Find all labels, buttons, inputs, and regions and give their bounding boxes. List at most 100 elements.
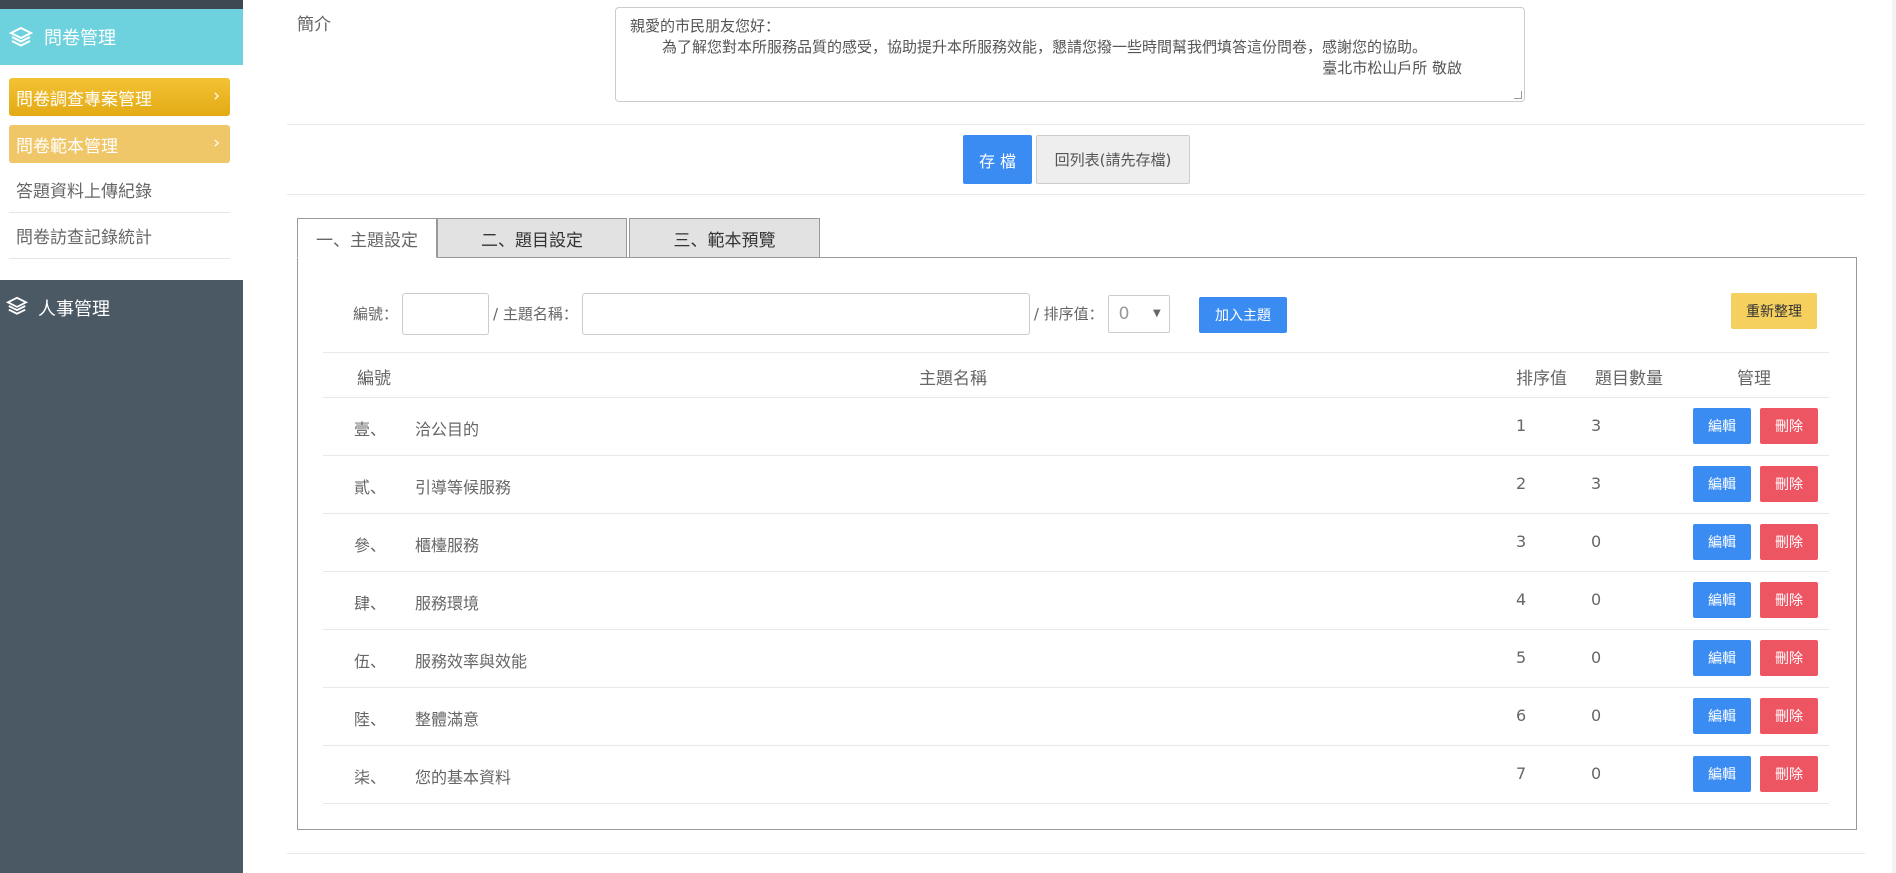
add-topic-form: 編號： / 主題名稱： / 排序值： 0 ▼: [353, 292, 1170, 335]
sidebar: 問卷管理 問卷調查專案管理 › 問卷範本管理 › 答題資料上傳紀錄 問卷訪查記錄…: [0, 0, 243, 873]
delete-button[interactable]: 刪除: [1760, 640, 1818, 676]
cell-name: 引導等候服務: [415, 478, 512, 497]
header-name: 主題名稱: [919, 369, 987, 389]
edit-button[interactable]: 編輯: [1693, 756, 1751, 792]
cell-code: 伍、: [354, 652, 387, 671]
cell-order: 3: [1516, 532, 1527, 551]
edit-button[interactable]: 編輯: [1693, 524, 1751, 560]
edit-button[interactable]: 編輯: [1693, 582, 1751, 618]
cell-order: 4: [1516, 590, 1527, 609]
table-row: 壹、 洽公目的 1 3 編輯 刪除: [323, 398, 1829, 456]
delete-button[interactable]: 刪除: [1760, 466, 1818, 502]
divider: [287, 194, 1865, 195]
cell-name: 服務環境: [415, 594, 480, 613]
chevron-right-icon: ›: [213, 86, 220, 106]
order-select[interactable]: 0 ▼: [1107, 294, 1170, 333]
intro-label: 簡介: [297, 15, 331, 35]
cell-code: 肆、: [354, 594, 387, 613]
layers-icon: [8, 24, 34, 50]
table-header: 編號 主題名稱 排序值 題目數量 管理: [323, 352, 1829, 398]
cell-code: 柒、: [354, 768, 387, 787]
tab-bar: 一、主題設定 二、題目設定 三、範本預覽: [297, 218, 820, 258]
sidebar-link-label: 問卷訪查記錄統計: [16, 228, 152, 248]
sidebar-item-label: 問卷範本管理: [16, 136, 118, 157]
cell-code: 貳、: [354, 478, 387, 497]
intro-line: 臺北市松山戶所 敬啟: [1322, 59, 1462, 77]
chevron-right-icon: ›: [213, 133, 220, 153]
topics-table: 編號 主題名稱 排序值 題目數量 管理 壹、 洽公目的 1 3 編輯 刪除 貳、 引導等候服務…: [323, 352, 1829, 804]
sidebar-item-template-management[interactable]: 問卷範本管理 ›: [9, 125, 230, 163]
cell-name: 服務效率與效能: [415, 652, 528, 671]
tab-question-settings[interactable]: 二、題目設定: [437, 218, 627, 258]
cell-count: 3: [1591, 416, 1602, 435]
header-count: 題目數量: [1595, 369, 1663, 389]
table-row: 伍、 服務效率與效能 5 0 編輯 刪除: [323, 630, 1829, 688]
delete-button[interactable]: 刪除: [1760, 408, 1818, 444]
resize-grip-icon[interactable]: [1514, 91, 1522, 99]
topic-name-input[interactable]: [581, 292, 1030, 335]
divider: [287, 853, 1865, 854]
caret-down-icon: ▼: [1152, 307, 1161, 319]
topic-name-label: / 主題名稱：: [493, 305, 578, 323]
cell-order: 5: [1516, 648, 1527, 667]
sidebar-link-visit-statistics[interactable]: 問卷訪查記錄統計: [9, 213, 230, 259]
code-input[interactable]: [402, 292, 490, 335]
header-code: 編號: [357, 369, 391, 389]
header-order: 排序值: [1516, 369, 1567, 389]
save-button[interactable]: 存 檔: [963, 135, 1032, 184]
cell-order: 2: [1516, 474, 1527, 493]
delete-button[interactable]: 刪除: [1760, 698, 1818, 734]
cell-code: 參、: [354, 536, 387, 555]
cell-count: 0: [1591, 706, 1602, 725]
cell-count: 0: [1591, 648, 1602, 667]
cell-name: 整體滿意: [415, 710, 480, 729]
delete-button[interactable]: 刪除: [1760, 582, 1818, 618]
sidebar-section-questionnaire[interactable]: 問卷管理: [0, 9, 243, 65]
table-row: 肆、 服務環境 4 0 編輯 刪除: [323, 572, 1829, 630]
cell-count: 0: [1591, 532, 1602, 551]
table-row: 貳、 引導等候服務 2 3 編輯 刪除: [323, 456, 1829, 514]
add-topic-button[interactable]: 加入主題: [1199, 297, 1287, 333]
cell-name: 洽公目的: [415, 420, 480, 439]
sidebar-link-label: 答題資料上傳紀錄: [16, 182, 152, 202]
cell-name: 櫃檯服務: [415, 536, 480, 555]
delete-button[interactable]: 刪除: [1760, 756, 1818, 792]
sidebar-item-project-management[interactable]: 問卷調查專案管理 ›: [9, 78, 230, 116]
sidebar-topbar: [0, 0, 243, 9]
sidebar-section-title: 問卷管理: [44, 28, 116, 49]
back-to-list-button[interactable]: 回列表(請先存檔): [1036, 135, 1190, 184]
cell-order: 7: [1516, 764, 1527, 783]
tab-topic-settings[interactable]: 一、主題設定: [297, 218, 437, 258]
edit-button[interactable]: 編輯: [1693, 698, 1751, 734]
intro-line: 為了解您對本所服務品質的感受，協助提升本所服務效能，懇請您撥一些時間幫我們填答這…: [662, 38, 1428, 56]
sidebar-section2-title: 人事管理: [38, 299, 110, 320]
cell-code: 陸、: [354, 710, 387, 729]
sidebar-item-label: 問卷調查專案管理: [16, 89, 152, 110]
sidebar-link-upload-records[interactable]: 答題資料上傳紀錄: [9, 167, 230, 213]
table-row: 參、 櫃檯服務 3 0 編輯 刪除: [323, 514, 1829, 572]
intro-line: 親愛的市民朋友您好：: [630, 17, 781, 35]
edit-button[interactable]: 編輯: [1693, 466, 1751, 502]
layers-icon: [5, 296, 29, 321]
scrollbar[interactable]: [1892, 0, 1896, 873]
tab-template-preview[interactable]: 三、範本預覽: [629, 218, 820, 258]
cell-count: 0: [1591, 590, 1602, 609]
reorganize-button[interactable]: 重新整理: [1731, 293, 1817, 329]
cell-order: 1: [1516, 416, 1527, 435]
code-label: 編號：: [353, 305, 399, 323]
edit-button[interactable]: 編輯: [1693, 640, 1751, 676]
cell-name: 您的基本資料: [415, 768, 512, 787]
table-row: 陸、 整體滿意 6 0 編輯 刪除: [323, 688, 1829, 746]
cell-order: 6: [1516, 706, 1527, 725]
header-manage: 管理: [1737, 369, 1771, 389]
table-row: 柒、 您的基本資料 7 0 編輯 刪除: [323, 746, 1829, 804]
sidebar-section-personnel[interactable]: 人事管理: [0, 283, 243, 333]
delete-button[interactable]: 刪除: [1760, 524, 1818, 560]
order-label: / 排序值：: [1033, 305, 1104, 323]
intro-textarea[interactable]: 親愛的市民朋友您好： 為了解您對本所服務品質的感受，協助提升本所服務效能，懇請您…: [615, 7, 1525, 102]
edit-button[interactable]: 編輯: [1693, 408, 1751, 444]
cell-count: 3: [1591, 474, 1602, 493]
table-body: 壹、 洽公目的 1 3 編輯 刪除 貳、 引導等候服務 2 3 編輯 刪除 參、 櫃檯服務 3 0 編輯 刪除 肆、…: [323, 398, 1829, 804]
divider: [287, 124, 1865, 125]
cell-count: 0: [1591, 764, 1602, 783]
